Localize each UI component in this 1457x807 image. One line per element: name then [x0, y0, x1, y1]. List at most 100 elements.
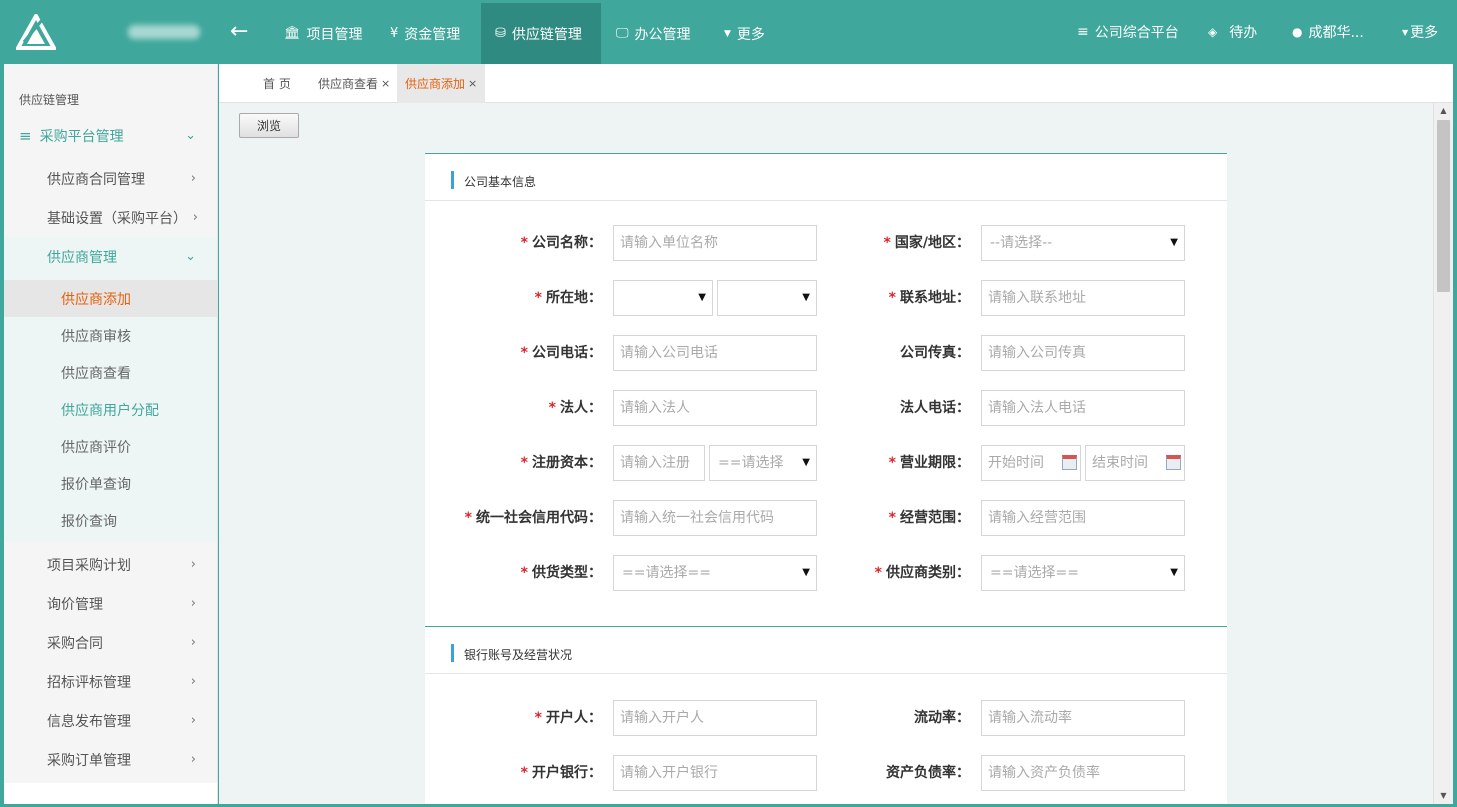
debt-ratio-label: 资产负债率：	[770, 755, 970, 791]
vertical-scrollbar[interactable]: ▲ ▼	[1433, 103, 1453, 804]
monitor-icon: 🖵	[616, 26, 629, 41]
section-title: 银行账号及经营状况	[464, 648, 573, 662]
sidebar-item-procurement-platform[interactable]: ≡ 采购平台管理 ⌄	[4, 116, 217, 155]
caret-down-icon: ▼	[724, 28, 731, 39]
database-icon: ⛁	[495, 26, 506, 41]
legal-phone-input[interactable]	[981, 390, 1185, 426]
calendar-icon[interactable]	[1166, 455, 1181, 470]
sidebar-subitem-quote-query[interactable]: 报价查询	[4, 502, 217, 539]
sidebar-item-bidding[interactable]: 招标评标管理 ›	[4, 662, 217, 701]
tab-bar: 首 页 供应商查看 × 供应商添加 ×	[219, 64, 1453, 103]
label-text: 流动率：	[914, 710, 970, 726]
sidebar-bottom-spacer	[4, 783, 217, 804]
credit-code-label: * 统一社会信用代码：	[402, 500, 602, 536]
registered-capital-input[interactable]	[613, 445, 705, 481]
nav-more[interactable]: ▼ 更多	[710, 3, 779, 64]
scroll-thumb[interactable]	[1437, 120, 1450, 292]
user-menu[interactable]: ● 成都华...	[1292, 0, 1364, 64]
chevron-right-icon: ›	[190, 171, 196, 186]
menu-icon: ≡	[19, 126, 32, 145]
browse-button[interactable]: 浏览	[239, 113, 299, 138]
sidebar-item-project-plan[interactable]: 项目采购计划 ›	[4, 545, 217, 584]
sidebar-item-label: 采购订单管理	[47, 752, 131, 769]
province-select[interactable]: ▼	[613, 280, 713, 316]
fax-input[interactable]	[981, 335, 1185, 371]
todo-link[interactable]: ◈ 待办	[1208, 0, 1257, 64]
nav-supply-chain-management[interactable]: ⛁ 供应链管理	[481, 3, 601, 64]
tab-supplier-add[interactable]: 供应商添加 ×	[397, 64, 486, 103]
company-platform-link[interactable]: ≡ 公司综合平台	[1077, 0, 1179, 64]
label-text: 开户银行：	[532, 765, 602, 781]
label-text: 供货类型：	[532, 565, 602, 581]
liquidity-input[interactable]	[981, 700, 1185, 736]
sidebar-subitem-supplier-user-assign[interactable]: 供应商用户分配	[4, 391, 217, 428]
label-text: 经营范围：	[900, 510, 970, 526]
company-phone-label: * 公司电话：	[402, 335, 602, 371]
tab-home[interactable]: 首 页	[263, 64, 291, 103]
business-term-label: * 营业期限：	[770, 445, 970, 481]
sidebar-item-inquiry[interactable]: 询价管理 ›	[4, 584, 217, 623]
sidebar-item-label: 招标评标管理	[47, 674, 131, 691]
chevron-right-icon: ›	[190, 752, 196, 767]
business-scope-label: * 经营范围：	[770, 500, 970, 536]
nav-fund-management[interactable]: ¥ 资金管理	[376, 3, 474, 64]
sidebar-subitem-supplier-view[interactable]: 供应商查看	[4, 354, 217, 391]
blurred-company-name	[128, 25, 200, 39]
close-icon[interactable]: ×	[381, 77, 390, 90]
sidebar-subitem-quote-sheet-query[interactable]: 报价单查询	[4, 465, 217, 502]
label-text: 所在地：	[546, 290, 602, 306]
country-select[interactable]: --请选择-- ▼	[981, 225, 1185, 261]
dropdown-arrow-icon: ▼	[698, 292, 706, 303]
close-icon[interactable]: ×	[468, 77, 477, 90]
location-label: * 所在地：	[402, 280, 602, 316]
business-scope-input[interactable]	[981, 500, 1185, 536]
tab-supplier-view[interactable]: 供应商查看 ×	[318, 64, 390, 103]
address-label: * 联系地址：	[770, 280, 970, 316]
start-date-input[interactable]: 开始时间	[981, 445, 1081, 481]
scroll-down-arrow-icon[interactable]: ▼	[1434, 788, 1453, 804]
sidebar-subitem-supplier-add[interactable]: 供应商添加	[4, 280, 217, 317]
required-mark: *	[520, 455, 528, 471]
required-mark: *	[883, 235, 891, 251]
more-menu[interactable]: ▼ 更多	[1402, 0, 1438, 64]
sidebar-group-supplier-management: 供应商管理 ⌄ 供应商添加 供应商审核 供应商查看 供应商用户分配 供应商评价 …	[4, 237, 217, 542]
select-value: --请选择--	[990, 235, 1053, 251]
end-date-input[interactable]: 结束时间	[1085, 445, 1185, 481]
sidebar-item-purchase-order[interactable]: 采购订单管理 ›	[4, 740, 217, 779]
main-content: 浏览 公司基本信息 *公司名称： *国家/地区： --请选择--▼ *所在地： …	[219, 103, 1433, 804]
company-logo-icon[interactable]	[16, 14, 56, 50]
registered-capital-label: * 注册资本：	[402, 445, 602, 481]
calendar-icon[interactable]	[1062, 455, 1077, 470]
back-arrow-icon[interactable]: ←	[230, 18, 248, 46]
sidebar-item-supplier-contract[interactable]: 供应商合同管理 ›	[4, 159, 217, 198]
sidebar-item-purchase-contract[interactable]: 采购合同 ›	[4, 623, 217, 662]
sidebar-item-supplier-management[interactable]: 供应商管理 ⌄	[4, 237, 217, 276]
nav-label: 更多	[736, 26, 765, 43]
label-text: 资产负债率：	[886, 765, 970, 781]
yen-icon: ¥	[390, 26, 399, 41]
sidebar-subitem-supplier-review[interactable]: 供应商审核	[4, 317, 217, 354]
required-mark: *	[888, 455, 896, 471]
label-text: 公司传真：	[900, 345, 970, 361]
required-mark: *	[888, 510, 896, 526]
nav-office-management[interactable]: 🖵 办公管理	[602, 3, 705, 64]
debt-ratio-input[interactable]	[981, 755, 1185, 791]
sidebar-subitem-supplier-evaluation[interactable]: 供应商评价	[4, 428, 217, 465]
scroll-up-arrow-icon[interactable]: ▲	[1434, 103, 1453, 119]
label-text: 统一社会信用代码：	[476, 510, 602, 526]
chevron-down-icon: ⌄	[185, 128, 196, 143]
sidebar-item-label: 询价管理	[47, 596, 103, 613]
nav-label: 项目管理	[306, 26, 363, 43]
caret-down-icon: ▼	[1402, 27, 1409, 37]
more-label: 更多	[1410, 25, 1439, 41]
sidebar-item-basic-settings[interactable]: 基础设置（采购平台） ›	[4, 198, 217, 237]
sidebar-item-info-publish[interactable]: 信息发布管理 ›	[4, 701, 217, 740]
nav-label: 供应链管理	[511, 26, 582, 43]
tab-label: 供应商查看	[318, 77, 379, 91]
supplier-category-select[interactable]: ==请选择== ▼	[981, 555, 1185, 591]
address-input[interactable]	[981, 280, 1185, 316]
legal-phone-label: 法人电话：	[770, 390, 970, 426]
required-mark: *	[464, 510, 472, 526]
nav-project-management[interactable]: 🏛 项目管理	[270, 3, 377, 64]
label-text: 公司电话：	[532, 345, 602, 361]
